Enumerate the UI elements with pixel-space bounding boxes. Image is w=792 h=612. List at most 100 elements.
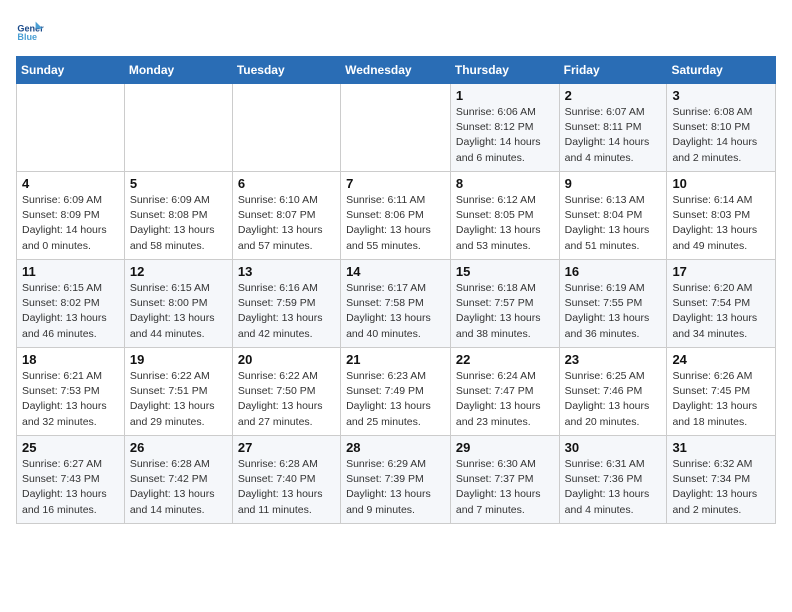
day-number: 27 (238, 440, 335, 455)
calendar-cell: 3Sunrise: 6:08 AM Sunset: 8:10 PM Daylig… (667, 84, 776, 172)
day-info: Sunrise: 6:27 AM Sunset: 7:43 PM Dayligh… (22, 457, 119, 518)
day-number: 21 (346, 352, 445, 367)
day-info: Sunrise: 6:32 AM Sunset: 7:34 PM Dayligh… (672, 457, 770, 518)
day-number: 14 (346, 264, 445, 279)
day-number: 6 (238, 176, 335, 191)
calendar-cell: 12Sunrise: 6:15 AM Sunset: 8:00 PM Dayli… (124, 260, 232, 348)
header-day-friday: Friday (559, 57, 667, 84)
day-info: Sunrise: 6:17 AM Sunset: 7:58 PM Dayligh… (346, 281, 445, 342)
day-number: 4 (22, 176, 119, 191)
header-day-thursday: Thursday (450, 57, 559, 84)
calendar-week-2: 4 Sunrise: 6:09 AM Sunset: 8:09 PM Daylig… (17, 172, 776, 260)
day-info: Sunrise: 6:23 AM Sunset: 7:49 PM Dayligh… (346, 369, 445, 430)
day-number: 30 (565, 440, 662, 455)
day-info: Sunrise: 6:30 AM Sunset: 7:37 PM Dayligh… (456, 457, 554, 518)
calendar-cell: 21 Sunrise: 6:23 AM Sunset: 7:49 PM Dayli… (341, 348, 451, 436)
calendar-cell: 27 Sunrise: 6:28 AM Sunset: 7:40 PM Dayli… (232, 436, 340, 524)
day-number: 31 (672, 440, 770, 455)
calendar-cell: 25Sunrise: 6:27 AM Sunset: 7:43 PM Dayli… (17, 436, 125, 524)
day-number: 20 (238, 352, 335, 367)
header-day-tuesday: Tuesday (232, 57, 340, 84)
day-info: Sunrise: 6:10 AM Sunset: 8:07 PM Dayligh… (238, 193, 335, 254)
calendar-cell (341, 84, 451, 172)
calendar-cell: 1Sunrise: 6:06 AM Sunset: 8:12 PM Daylig… (450, 84, 559, 172)
day-info: Sunrise: 6:15 AM Sunset: 8:02 PM Dayligh… (22, 281, 119, 342)
calendar-header-row: SundayMondayTuesdayWednesdayThursdayFrid… (17, 57, 776, 84)
day-number: 29 (456, 440, 554, 455)
day-number: 26 (130, 440, 227, 455)
calendar-cell: 15 Sunrise: 6:18 AM Sunset: 7:57 PM Dayli… (450, 260, 559, 348)
day-info: Sunrise: 6:19 AM Sunset: 7:55 PM Dayligh… (565, 281, 662, 342)
calendar-cell: 23 Sunrise: 6:25 AM Sunset: 7:46 PM Dayli… (559, 348, 667, 436)
day-number: 13 (238, 264, 335, 279)
day-number: 23 (565, 352, 662, 367)
calendar-cell: 2 Sunrise: 6:07 AM Sunset: 8:11 PM Daylig… (559, 84, 667, 172)
day-info: Sunrise: 6:09 AM Sunset: 8:09 PM Dayligh… (22, 193, 119, 254)
calendar-cell (17, 84, 125, 172)
calendar-cell: 16 Sunrise: 6:19 AM Sunset: 7:55 PM Dayli… (559, 260, 667, 348)
day-number: 11 (22, 264, 119, 279)
day-info: Sunrise: 6:08 AM Sunset: 8:10 PM Dayligh… (672, 105, 770, 166)
calendar-cell: 5 Sunrise: 6:09 AM Sunset: 8:08 PM Daylig… (124, 172, 232, 260)
calendar-week-1: 1Sunrise: 6:06 AM Sunset: 8:12 PM Daylig… (17, 84, 776, 172)
day-info: Sunrise: 6:28 AM Sunset: 7:40 PM Dayligh… (238, 457, 335, 518)
day-info: Sunrise: 6:18 AM Sunset: 7:57 PM Dayligh… (456, 281, 554, 342)
calendar-week-4: 18Sunrise: 6:21 AM Sunset: 7:53 PM Dayli… (17, 348, 776, 436)
day-info: Sunrise: 6:09 AM Sunset: 8:08 PM Dayligh… (130, 193, 227, 254)
day-number: 2 (565, 88, 662, 103)
header-day-saturday: Saturday (667, 57, 776, 84)
calendar-body: 1Sunrise: 6:06 AM Sunset: 8:12 PM Daylig… (17, 84, 776, 524)
day-number: 22 (456, 352, 554, 367)
day-number: 7 (346, 176, 445, 191)
header-day-monday: Monday (124, 57, 232, 84)
day-number: 9 (565, 176, 662, 191)
day-number: 28 (346, 440, 445, 455)
calendar-cell: 10Sunrise: 6:14 AM Sunset: 8:03 PM Dayli… (667, 172, 776, 260)
calendar-cell: 17 Sunrise: 6:20 AM Sunset: 7:54 PM Dayli… (667, 260, 776, 348)
calendar-cell: 11 Sunrise: 6:15 AM Sunset: 8:02 PM Dayli… (17, 260, 125, 348)
day-info: Sunrise: 6:20 AM Sunset: 7:54 PM Dayligh… (672, 281, 770, 342)
day-number: 17 (672, 264, 770, 279)
calendar-table: SundayMondayTuesdayWednesdayThursdayFrid… (16, 56, 776, 524)
day-number: 5 (130, 176, 227, 191)
day-number: 16 (565, 264, 662, 279)
calendar-cell: 19Sunrise: 6:22 AM Sunset: 7:51 PM Dayli… (124, 348, 232, 436)
calendar-cell: 24 Sunrise: 6:26 AM Sunset: 7:45 PM Dayli… (667, 348, 776, 436)
calendar-cell: 13 Sunrise: 6:16 AM Sunset: 7:59 PM Dayli… (232, 260, 340, 348)
calendar-cell: 20 Sunrise: 6:22 AM Sunset: 7:50 PM Dayli… (232, 348, 340, 436)
calendar-cell: 6 Sunrise: 6:10 AM Sunset: 8:07 PM Daylig… (232, 172, 340, 260)
day-number: 18 (22, 352, 119, 367)
calendar-cell: 4 Sunrise: 6:09 AM Sunset: 8:09 PM Daylig… (17, 172, 125, 260)
calendar-cell: 29 Sunrise: 6:30 AM Sunset: 7:37 PM Dayli… (450, 436, 559, 524)
calendar-week-3: 11 Sunrise: 6:15 AM Sunset: 8:02 PM Dayli… (17, 260, 776, 348)
logo-icon: General Blue (16, 16, 44, 44)
calendar-cell: 14 Sunrise: 6:17 AM Sunset: 7:58 PM Dayli… (341, 260, 451, 348)
day-number: 15 (456, 264, 554, 279)
day-info: Sunrise: 6:29 AM Sunset: 7:39 PM Dayligh… (346, 457, 445, 518)
day-info: Sunrise: 6:24 AM Sunset: 7:47 PM Dayligh… (456, 369, 554, 430)
calendar-cell: 18Sunrise: 6:21 AM Sunset: 7:53 PM Dayli… (17, 348, 125, 436)
day-info: Sunrise: 6:28 AM Sunset: 7:42 PM Dayligh… (130, 457, 227, 518)
day-number: 24 (672, 352, 770, 367)
calendar-cell: 28 Sunrise: 6:29 AM Sunset: 7:39 PM Dayli… (341, 436, 451, 524)
day-info: Sunrise: 6:15 AM Sunset: 8:00 PM Dayligh… (130, 281, 227, 342)
calendar-cell (124, 84, 232, 172)
calendar-cell: 8Sunrise: 6:12 AM Sunset: 8:05 PM Daylig… (450, 172, 559, 260)
day-info: Sunrise: 6:11 AM Sunset: 8:06 PM Dayligh… (346, 193, 445, 254)
calendar-cell: 9 Sunrise: 6:13 AM Sunset: 8:04 PM Daylig… (559, 172, 667, 260)
day-info: Sunrise: 6:06 AM Sunset: 8:12 PM Dayligh… (456, 105, 554, 166)
day-info: Sunrise: 6:07 AM Sunset: 8:11 PM Dayligh… (565, 105, 662, 166)
day-info: Sunrise: 6:16 AM Sunset: 7:59 PM Dayligh… (238, 281, 335, 342)
header-day-wednesday: Wednesday (341, 57, 451, 84)
day-number: 8 (456, 176, 554, 191)
day-info: Sunrise: 6:13 AM Sunset: 8:04 PM Dayligh… (565, 193, 662, 254)
day-info: Sunrise: 6:14 AM Sunset: 8:03 PM Dayligh… (672, 193, 770, 254)
calendar-cell: 22 Sunrise: 6:24 AM Sunset: 7:47 PM Dayli… (450, 348, 559, 436)
day-info: Sunrise: 6:22 AM Sunset: 7:50 PM Dayligh… (238, 369, 335, 430)
calendar-cell: 7 Sunrise: 6:11 AM Sunset: 8:06 PM Daylig… (341, 172, 451, 260)
day-info: Sunrise: 6:25 AM Sunset: 7:46 PM Dayligh… (565, 369, 662, 430)
logo: General Blue (16, 16, 48, 44)
day-info: Sunrise: 6:26 AM Sunset: 7:45 PM Dayligh… (672, 369, 770, 430)
calendar-cell: 26 Sunrise: 6:28 AM Sunset: 7:42 PM Dayli… (124, 436, 232, 524)
calendar-cell: 31 Sunrise: 6:32 AM Sunset: 7:34 PM Dayli… (667, 436, 776, 524)
